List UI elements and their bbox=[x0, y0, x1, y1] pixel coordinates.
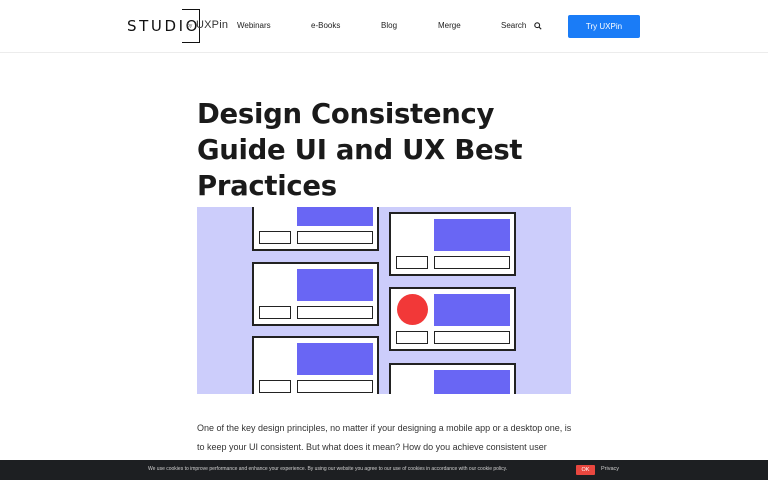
card-field bbox=[259, 380, 291, 393]
ui-card bbox=[389, 212, 516, 276]
hero-illustration bbox=[197, 207, 571, 394]
card-field bbox=[297, 380, 373, 393]
red-dot bbox=[397, 294, 428, 325]
logo-uxpin-text: UXPin bbox=[196, 19, 229, 31]
card-field bbox=[297, 306, 373, 319]
nav-merge[interactable]: Merge bbox=[438, 21, 461, 30]
card-bar bbox=[297, 343, 373, 375]
card-field bbox=[259, 231, 291, 244]
ui-card bbox=[389, 363, 516, 394]
card-image bbox=[259, 269, 291, 301]
cookie-bar: We use cookies to improve performance an… bbox=[0, 460, 768, 480]
ui-card bbox=[389, 287, 516, 351]
card-field bbox=[396, 331, 428, 344]
nav-search-label: Search bbox=[501, 21, 527, 30]
cookie-privacy-link[interactable]: Privacy bbox=[601, 466, 619, 472]
card-field bbox=[434, 256, 510, 269]
card-bar bbox=[297, 207, 373, 226]
nav-blog[interactable]: Blog bbox=[381, 21, 397, 30]
card-field bbox=[434, 331, 510, 344]
card-bar bbox=[434, 294, 510, 326]
card-image bbox=[396, 219, 428, 251]
card-bar bbox=[297, 269, 373, 301]
nav-webinars[interactable]: Webinars bbox=[237, 21, 271, 30]
search-icon bbox=[534, 21, 542, 30]
card-image bbox=[259, 207, 291, 226]
ui-card bbox=[252, 207, 379, 251]
try-uxpin-button[interactable]: Try UXPin bbox=[568, 15, 640, 38]
logo-by-text: by bbox=[187, 23, 193, 29]
card-bar bbox=[434, 219, 510, 251]
card-bar bbox=[434, 370, 510, 394]
card-image bbox=[396, 370, 428, 394]
card-field bbox=[297, 231, 373, 244]
cookie-message: We use cookies to improve performance an… bbox=[148, 466, 508, 472]
ui-card bbox=[252, 336, 379, 394]
cookie-ok-button[interactable]: OK bbox=[576, 465, 595, 475]
nav-ebooks[interactable]: e-Books bbox=[311, 21, 340, 30]
card-image bbox=[259, 343, 291, 375]
studio-logo[interactable]: STUDIO by UXPin bbox=[127, 9, 228, 43]
card-field bbox=[396, 256, 428, 269]
site-header: STUDIO by UXPin Webinars e-Books Blog Me… bbox=[0, 0, 768, 53]
nav-search[interactable]: Search bbox=[501, 21, 542, 30]
article-title: Design Consistency Guide UI and UX Best … bbox=[197, 98, 523, 202]
card-field bbox=[259, 306, 291, 319]
ui-card bbox=[252, 262, 379, 326]
